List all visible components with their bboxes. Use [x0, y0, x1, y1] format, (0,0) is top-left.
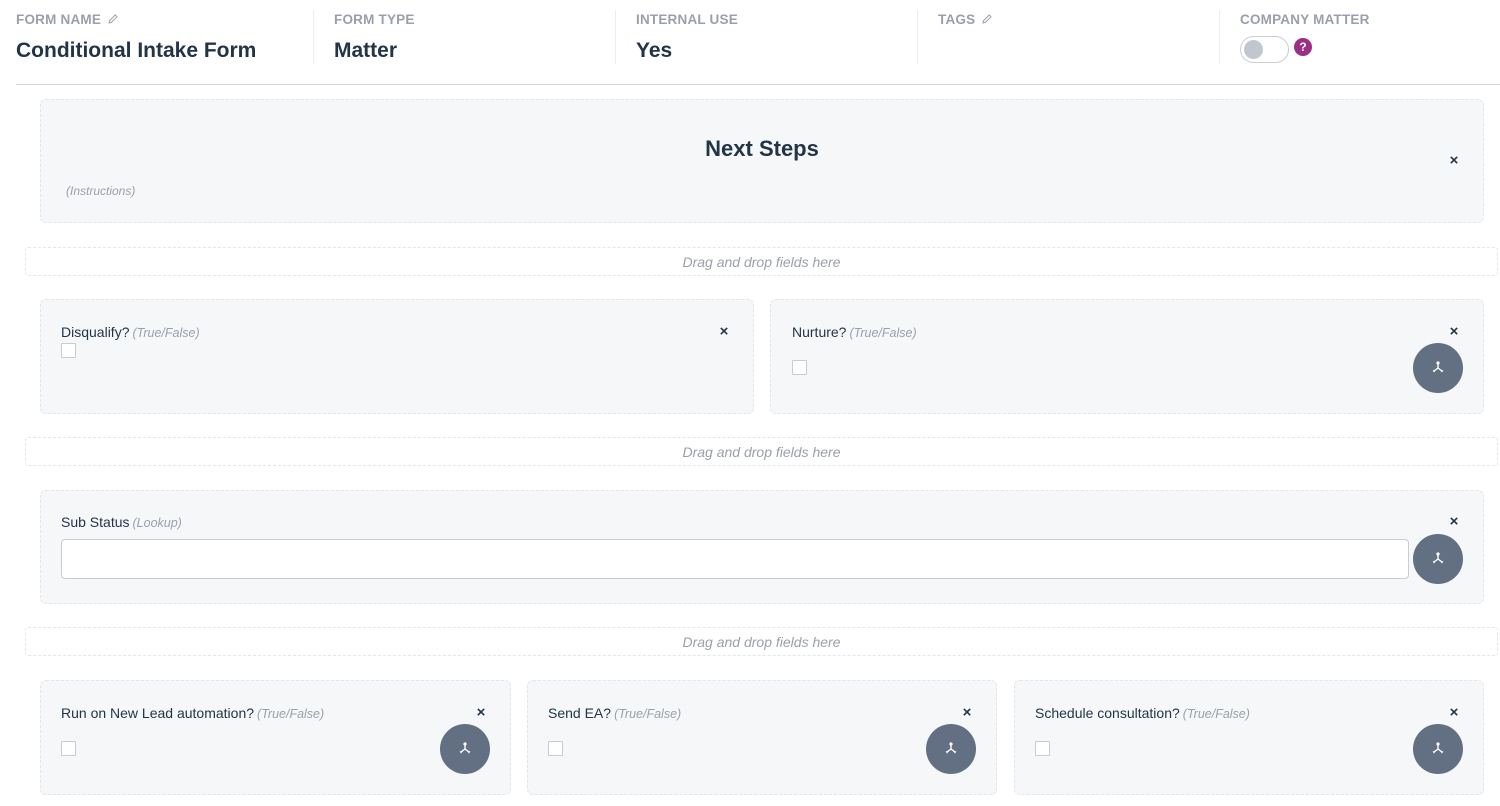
branch-icon	[1432, 552, 1444, 564]
form-name-value[interactable]: Conditional Intake Form	[16, 39, 312, 63]
branch-icon	[459, 742, 471, 754]
field-label: Send EA?	[548, 705, 612, 721]
tags-column: TAGS	[917, 10, 1219, 64]
field-label: Nurture?	[792, 324, 847, 340]
section-title: Next Steps	[705, 136, 819, 161]
field-label: Run on New Lead automation?	[61, 705, 255, 721]
close-icon[interactable]: ×	[474, 705, 488, 720]
form-type-value: Matter	[334, 39, 398, 62]
pencil-icon[interactable]	[981, 13, 993, 25]
field-type: (Lookup)	[132, 516, 182, 530]
company-matter-toggle[interactable]	[1240, 36, 1289, 63]
branch-icon	[1432, 361, 1444, 373]
field-run-new-lead-automation[interactable]: Run on New Lead automation? (True/False) …	[40, 680, 511, 795]
nurture-checkbox[interactable]	[792, 360, 807, 375]
branch-logic-button[interactable]	[926, 724, 976, 774]
drop-zone[interactable]: Drag and drop fields here	[25, 247, 1498, 276]
field-send-ea[interactable]: Send EA? (True/False) ×	[527, 680, 997, 795]
branch-logic-button[interactable]	[1413, 343, 1463, 393]
run-new-lead-checkbox[interactable]	[61, 741, 76, 756]
branch-logic-button[interactable]	[1413, 724, 1463, 774]
schedule-consultation-checkbox[interactable]	[1035, 741, 1050, 756]
drop-zone[interactable]: Drag and drop fields here	[25, 627, 1498, 656]
field-schedule-consultation[interactable]: Schedule consultation? (True/False) ×	[1014, 680, 1484, 795]
field-label: Schedule consultation?	[1035, 705, 1180, 721]
branch-icon	[1432, 742, 1444, 754]
field-type: (True/False)	[849, 326, 917, 340]
form-type-label: FORM TYPE	[334, 11, 415, 27]
tags-label: TAGS	[938, 11, 976, 27]
internal-use-value: Yes	[636, 39, 673, 62]
close-icon[interactable]: ×	[1447, 153, 1461, 168]
field-type: (True/False)	[1182, 707, 1250, 721]
field-label: Sub Status	[61, 514, 130, 530]
pencil-icon[interactable]	[107, 13, 119, 25]
field-label: Disqualify?	[61, 324, 130, 340]
form-header: FORM NAME Conditional Intake Form FORM T…	[0, 0, 1500, 85]
form-name-label: FORM NAME	[16, 11, 102, 27]
internal-use-column: INTERNAL USE Yes	[615, 10, 917, 64]
section-next-steps[interactable]: Next Steps × (Instructions)	[40, 99, 1484, 223]
field-type: (True/False)	[132, 326, 200, 340]
field-type: (True/False)	[257, 707, 325, 721]
section-instructions: (Instructions)	[66, 184, 136, 198]
drop-zone[interactable]: Drag and drop fields here	[25, 437, 1498, 466]
branch-icon	[945, 742, 957, 754]
sub-status-input[interactable]	[61, 539, 1409, 579]
branch-logic-button[interactable]	[1413, 534, 1463, 584]
close-icon[interactable]: ×	[1447, 514, 1461, 529]
close-icon[interactable]: ×	[1447, 705, 1461, 720]
field-type: (True/False)	[614, 707, 682, 721]
form-name-column: FORM NAME Conditional Intake Form	[16, 10, 312, 64]
close-icon[interactable]: ×	[960, 705, 974, 720]
question-circle-icon[interactable]: ?	[1294, 38, 1312, 56]
field-sub-status[interactable]: Sub Status (Lookup) ×	[40, 490, 1484, 604]
close-icon[interactable]: ×	[717, 324, 731, 339]
toggle-knob	[1244, 40, 1263, 59]
close-icon[interactable]: ×	[1447, 324, 1461, 339]
field-disqualify[interactable]: Disqualify? (True/False) ×	[40, 299, 754, 414]
disqualify-checkbox[interactable]	[61, 343, 76, 358]
branch-logic-button[interactable]	[440, 724, 490, 774]
internal-use-label: INTERNAL USE	[636, 11, 738, 27]
form-type-column: FORM TYPE Matter	[313, 10, 615, 64]
company-matter-column: COMPANY MATTER ?	[1219, 10, 1499, 64]
field-nurture[interactable]: Nurture? (True/False) ×	[770, 299, 1484, 414]
send-ea-checkbox[interactable]	[548, 741, 563, 756]
header-divider	[16, 84, 1500, 85]
